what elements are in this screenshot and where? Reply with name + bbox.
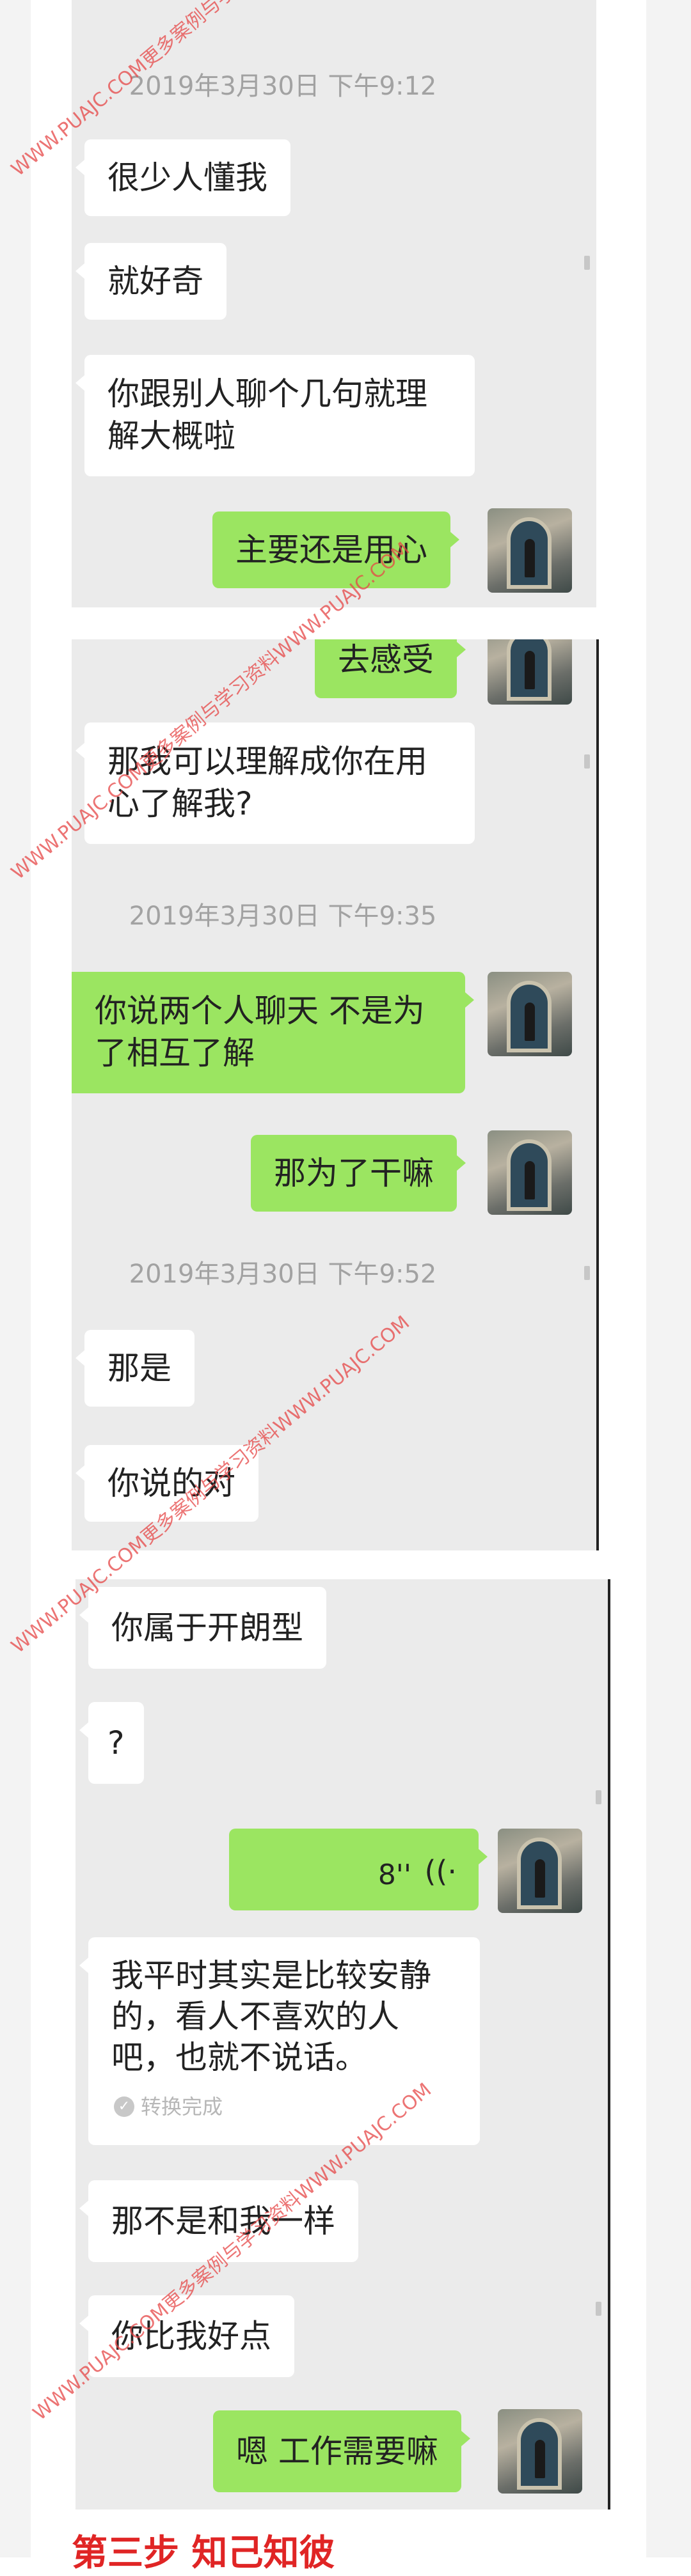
outgoing-message[interactable]: 去感受 [315, 639, 466, 698]
incoming-message[interactable]: 那是 [75, 1330, 195, 1407]
avatar-figure-shape [525, 1003, 535, 1041]
timestamp: 2019年3月30日 下午9:12 [129, 72, 437, 101]
outgoing-message[interactable]: 嗯 工作需要嘛 [213, 2410, 470, 2492]
voice-message[interactable]: 8'' ((· [229, 1829, 488, 1910]
scrollbar-thumb[interactable] [596, 2302, 601, 2316]
incoming-message[interactable]: 那不是和我一样 [79, 2180, 358, 2262]
incoming-message[interactable]: 那我可以理解成你在用心了解我? [75, 722, 475, 844]
conversion-status: ✓ 转换完成 [114, 2086, 223, 2127]
page-right-margin [646, 0, 691, 2557]
scrollbar-thumb[interactable] [584, 256, 590, 270]
incoming-message[interactable]: 很少人懂我 [75, 139, 290, 216]
incoming-message[interactable]: 就好奇 [75, 243, 226, 320]
timestamp: 2019年3月30日 下午9:52 [129, 1260, 437, 1289]
outgoing-message[interactable]: 那为了干嘛 [251, 1135, 466, 1212]
transcript-text: 我平时其实是比较安静的，看人不喜欢的人吧，也就不说话。 [111, 1957, 431, 2076]
user-avatar[interactable] [488, 639, 572, 705]
section-heading: 第三步 知己知彼 [72, 2533, 335, 2574]
avatar-figure-shape [525, 1161, 535, 1199]
page-left-margin [0, 0, 31, 2557]
avatar-figure-shape [525, 651, 535, 689]
check-circle-icon: ✓ [114, 2096, 134, 2117]
outgoing-message[interactable]: 你说两个人聊天 不是为了相互了解 [72, 972, 474, 1093]
user-avatar[interactable] [488, 508, 572, 593]
incoming-message[interactable]: 你属于开朗型 [79, 1587, 326, 1669]
scrollbar-thumb[interactable] [584, 754, 590, 769]
timestamp: 2019年3月30日 下午9:35 [129, 902, 437, 931]
avatar-figure-shape [525, 539, 535, 577]
chat-screenshot-1: 2019年3月30日 下午9:12 很少人懂我 就好奇 你跟别人聊个几句就理解大… [72, 0, 596, 607]
scrollbar-thumb[interactable] [596, 1790, 601, 1804]
chat-screenshot-3: 你属于开朗型 ? 8'' ((· 我平时其实是比较安静的，看人不喜欢的人吧，也就… [75, 1579, 610, 2510]
user-avatar[interactable] [488, 1130, 572, 1215]
incoming-message[interactable]: 你跟别人聊个几句就理解大概啦 [75, 355, 475, 476]
user-avatar[interactable] [498, 2409, 582, 2494]
voice-wave-icon: ((· [424, 1854, 457, 1889]
incoming-message[interactable]: 你说的对 [75, 1445, 258, 1522]
scrollbar-thumb[interactable] [584, 1266, 590, 1280]
avatar-figure-shape [535, 2440, 545, 2478]
conversion-status-label: 转换完成 [141, 2095, 223, 2119]
incoming-message[interactable]: ? [79, 1702, 144, 1784]
user-avatar[interactable] [488, 972, 572, 1056]
outgoing-message[interactable]: 主要还是用心 [212, 511, 459, 588]
user-avatar[interactable] [498, 1829, 582, 1913]
chat-screenshot-2: 去感受 那我可以理解成你在用心了解我? 2019年3月30日 下午9:35 你说… [72, 639, 599, 1550]
voice-duration: 8'' [377, 1859, 411, 1891]
avatar-figure-shape [535, 1859, 545, 1898]
incoming-message[interactable]: 你比我好点 [79, 2295, 294, 2377]
voice-transcript-message[interactable]: 我平时其实是比较安静的，看人不喜欢的人吧，也就不说话。 ✓ 转换完成 [79, 1937, 480, 2145]
